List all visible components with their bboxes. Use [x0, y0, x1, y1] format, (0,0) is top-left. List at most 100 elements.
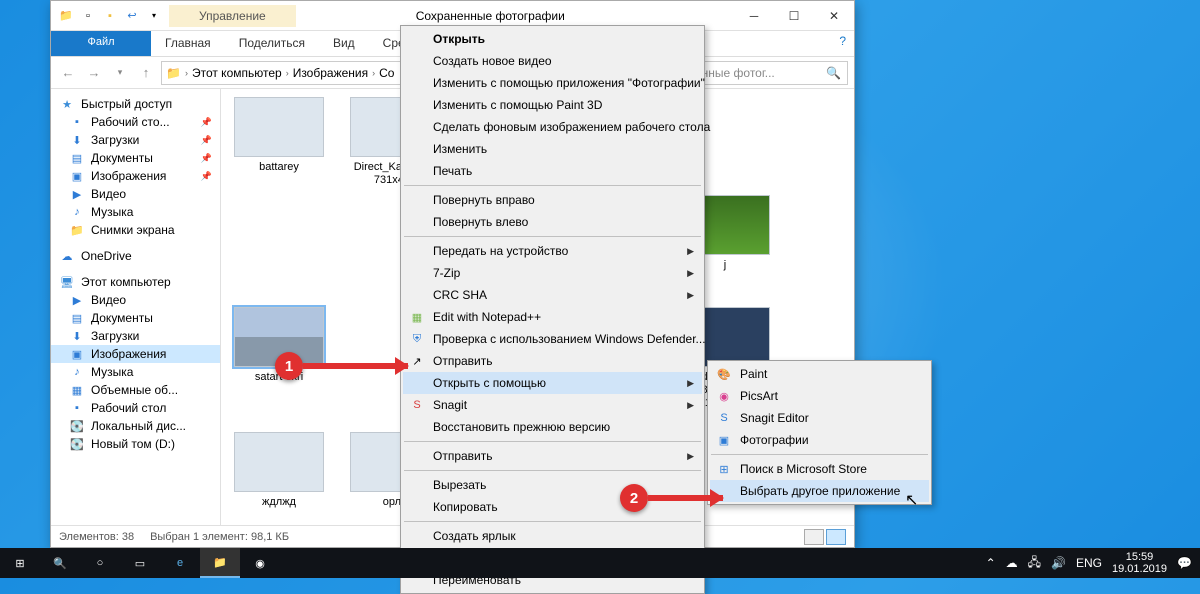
- minimize-button[interactable]: ─: [734, 1, 774, 31]
- sub-snagit-editor[interactable]: SSnagit Editor: [710, 407, 929, 429]
- snagit-icon: S: [409, 397, 425, 413]
- window-title: Сохраненные фотографии: [296, 9, 734, 23]
- help-icon[interactable]: ?: [831, 31, 854, 56]
- nav-documents[interactable]: ▤Документы📌: [51, 149, 220, 167]
- taskview-button[interactable]: ▭: [120, 548, 160, 578]
- view-details-button[interactable]: [804, 529, 824, 545]
- nav-recent-button[interactable]: ▾: [109, 62, 131, 84]
- view-thumbs-button[interactable]: [826, 529, 846, 545]
- ctx-rotate-left[interactable]: Повернуть влево: [403, 211, 702, 233]
- nav-pictures[interactable]: ▣Изображения📌: [51, 167, 220, 185]
- qat-dropdown-icon[interactable]: ▾: [145, 7, 163, 25]
- ribbon-tab-share[interactable]: Поделиться: [225, 31, 319, 56]
- ribbon-tab-file[interactable]: Файл: [51, 31, 151, 56]
- ctx-snagit[interactable]: SSnagit▶: [403, 394, 702, 416]
- tray-clock[interactable]: 15:59 19.01.2019: [1112, 551, 1167, 575]
- nav-pc-desktop[interactable]: ▪Рабочий стол: [51, 399, 220, 417]
- cortana-button[interactable]: ○: [80, 548, 120, 578]
- picsart-icon: ◉: [716, 388, 732, 404]
- ctx-open-with[interactable]: Открыть с помощью▶: [403, 372, 702, 394]
- search-icon: 🔍: [826, 66, 841, 80]
- nav-pc-volume-d[interactable]: 💽Новый том (D:): [51, 435, 220, 453]
- ctx-paint3d[interactable]: Изменить с помощью Paint 3D: [403, 94, 702, 116]
- ctx-crc[interactable]: CRC SHA▶: [403, 284, 702, 306]
- maximize-button[interactable]: ☐: [774, 1, 814, 31]
- ctx-send-to[interactable]: Отправить▶: [403, 445, 702, 467]
- file-item[interactable]: battarey: [229, 97, 329, 187]
- close-button[interactable]: ✕: [814, 1, 854, 31]
- nav-pc-localdisk[interactable]: 💽Локальный дис...: [51, 417, 220, 435]
- snagit-editor-icon: S: [716, 410, 732, 426]
- ctx-edit[interactable]: Изменить: [403, 138, 702, 160]
- ribbon-tab-home[interactable]: Главная: [151, 31, 225, 56]
- crumb-images[interactable]: Изображения: [293, 66, 368, 80]
- file-item[interactable]: ждлжд: [229, 432, 329, 509]
- ctx-notepadpp[interactable]: ▦Edit with Notepad++: [403, 306, 702, 328]
- ctx-wallpaper[interactable]: Сделать фоновым изображением рабочего ст…: [403, 116, 702, 138]
- tray-onedrive-icon[interactable]: ☁: [1006, 556, 1018, 570]
- search-button[interactable]: 🔍: [40, 548, 80, 578]
- edge-button[interactable]: e: [160, 548, 200, 578]
- crumb-folder[interactable]: Со: [379, 66, 394, 80]
- tray-notifications-icon[interactable]: 💬: [1177, 556, 1192, 570]
- tray-chevron-icon[interactable]: ⌃: [986, 556, 996, 570]
- sub-store[interactable]: ⊞Поиск в Microsoft Store: [710, 458, 929, 480]
- cursor-icon: ↖: [905, 490, 918, 510]
- annotation-callout-1: 1: [275, 352, 408, 380]
- ribbon-context-tab[interactable]: Управление: [169, 5, 296, 27]
- nav-screenshots[interactable]: 📁Снимки экрана: [51, 221, 220, 239]
- nav-downloads[interactable]: ⬇Загрузки📌: [51, 131, 220, 149]
- photos-icon: ▣: [716, 432, 732, 448]
- nav-pc-downloads[interactable]: ⬇Загрузки: [51, 327, 220, 345]
- ctx-share[interactable]: ↗Отправить: [403, 350, 702, 372]
- chrome-button[interactable]: ◉: [240, 548, 280, 578]
- crumb-pc[interactable]: Этот компьютер: [192, 66, 282, 80]
- ctx-defender[interactable]: ⛨Проверка с использованием Windows Defen…: [403, 328, 702, 350]
- notepadpp-icon: ▦: [409, 309, 425, 325]
- ctx-rotate-right[interactable]: Повернуть вправо: [403, 189, 702, 211]
- ribbon-tab-view[interactable]: Вид: [319, 31, 369, 56]
- sub-photos[interactable]: ▣Фотографии: [710, 429, 929, 451]
- nav-pc-pictures[interactable]: ▣Изображения: [51, 345, 220, 363]
- nav-pane: ★Быстрый доступ ▪Рабочий сто...📌 ⬇Загруз…: [51, 89, 221, 525]
- sub-paint[interactable]: 🎨Paint: [710, 363, 929, 385]
- qat-undo-icon[interactable]: ↩: [123, 7, 141, 25]
- tray-volume-icon[interactable]: 🔊: [1051, 556, 1066, 570]
- ctx-print[interactable]: Печать: [403, 160, 702, 182]
- sub-choose-app[interactable]: Выбрать другое приложение: [710, 480, 929, 502]
- window-icon: 📁: [57, 7, 75, 25]
- qat-properties-icon[interactable]: ▫: [79, 7, 97, 25]
- nav-up-button[interactable]: ↑: [135, 62, 157, 84]
- nav-onedrive[interactable]: ☁OneDrive: [51, 247, 220, 265]
- tray-network-icon[interactable]: 🖧: [1028, 553, 1041, 574]
- nav-pc-videos[interactable]: ▶Видео: [51, 291, 220, 309]
- nav-this-pc[interactable]: 🖥Этот компьютер: [51, 273, 220, 291]
- nav-desktop[interactable]: ▪Рабочий сто...📌: [51, 113, 220, 131]
- ctx-new-video[interactable]: Создать новое видео: [403, 50, 702, 72]
- ctx-cast[interactable]: Передать на устройство▶: [403, 240, 702, 262]
- nav-videos[interactable]: ▶Видео: [51, 185, 220, 203]
- ctx-open[interactable]: Открыть: [403, 28, 702, 50]
- ctx-shortcut[interactable]: Создать ярлык: [403, 525, 702, 547]
- nav-music[interactable]: ♪Музыка: [51, 203, 220, 221]
- sub-picsart[interactable]: ◉PicsArt: [710, 385, 929, 407]
- store-icon: ⊞: [716, 461, 732, 477]
- taskbar: ⊞ 🔍 ○ ▭ e 📁 ◉ ⌃ ☁ 🖧 🔊 ENG 15:59 19.01.20…: [0, 548, 1200, 578]
- paint-icon: 🎨: [716, 366, 732, 382]
- nav-forward-button[interactable]: →: [83, 62, 105, 84]
- status-selected: Выбран 1 элемент: 98,1 КБ: [150, 531, 289, 543]
- nav-back-button[interactable]: ←: [57, 62, 79, 84]
- explorer-button[interactable]: 📁: [200, 548, 240, 578]
- ctx-edit-photos[interactable]: Изменить с помощью приложения "Фотографи…: [403, 72, 702, 94]
- nav-pc-3d[interactable]: ▦Объемные об...: [51, 381, 220, 399]
- nav-pc-documents[interactable]: ▤Документы: [51, 309, 220, 327]
- nav-quick-access[interactable]: ★Быстрый доступ: [51, 95, 220, 113]
- nav-pc-music[interactable]: ♪Музыка: [51, 363, 220, 381]
- system-tray: ⌃ ☁ 🖧 🔊 ENG 15:59 19.01.2019 💬: [986, 551, 1200, 575]
- ctx-7zip[interactable]: 7-Zip▶: [403, 262, 702, 284]
- defender-icon: ⛨: [409, 331, 425, 347]
- ctx-restore[interactable]: Восстановить прежнюю версию: [403, 416, 702, 438]
- qat-newfolder-icon[interactable]: ▪: [101, 7, 119, 25]
- start-button[interactable]: ⊞: [0, 548, 40, 578]
- tray-language[interactable]: ENG: [1076, 556, 1102, 570]
